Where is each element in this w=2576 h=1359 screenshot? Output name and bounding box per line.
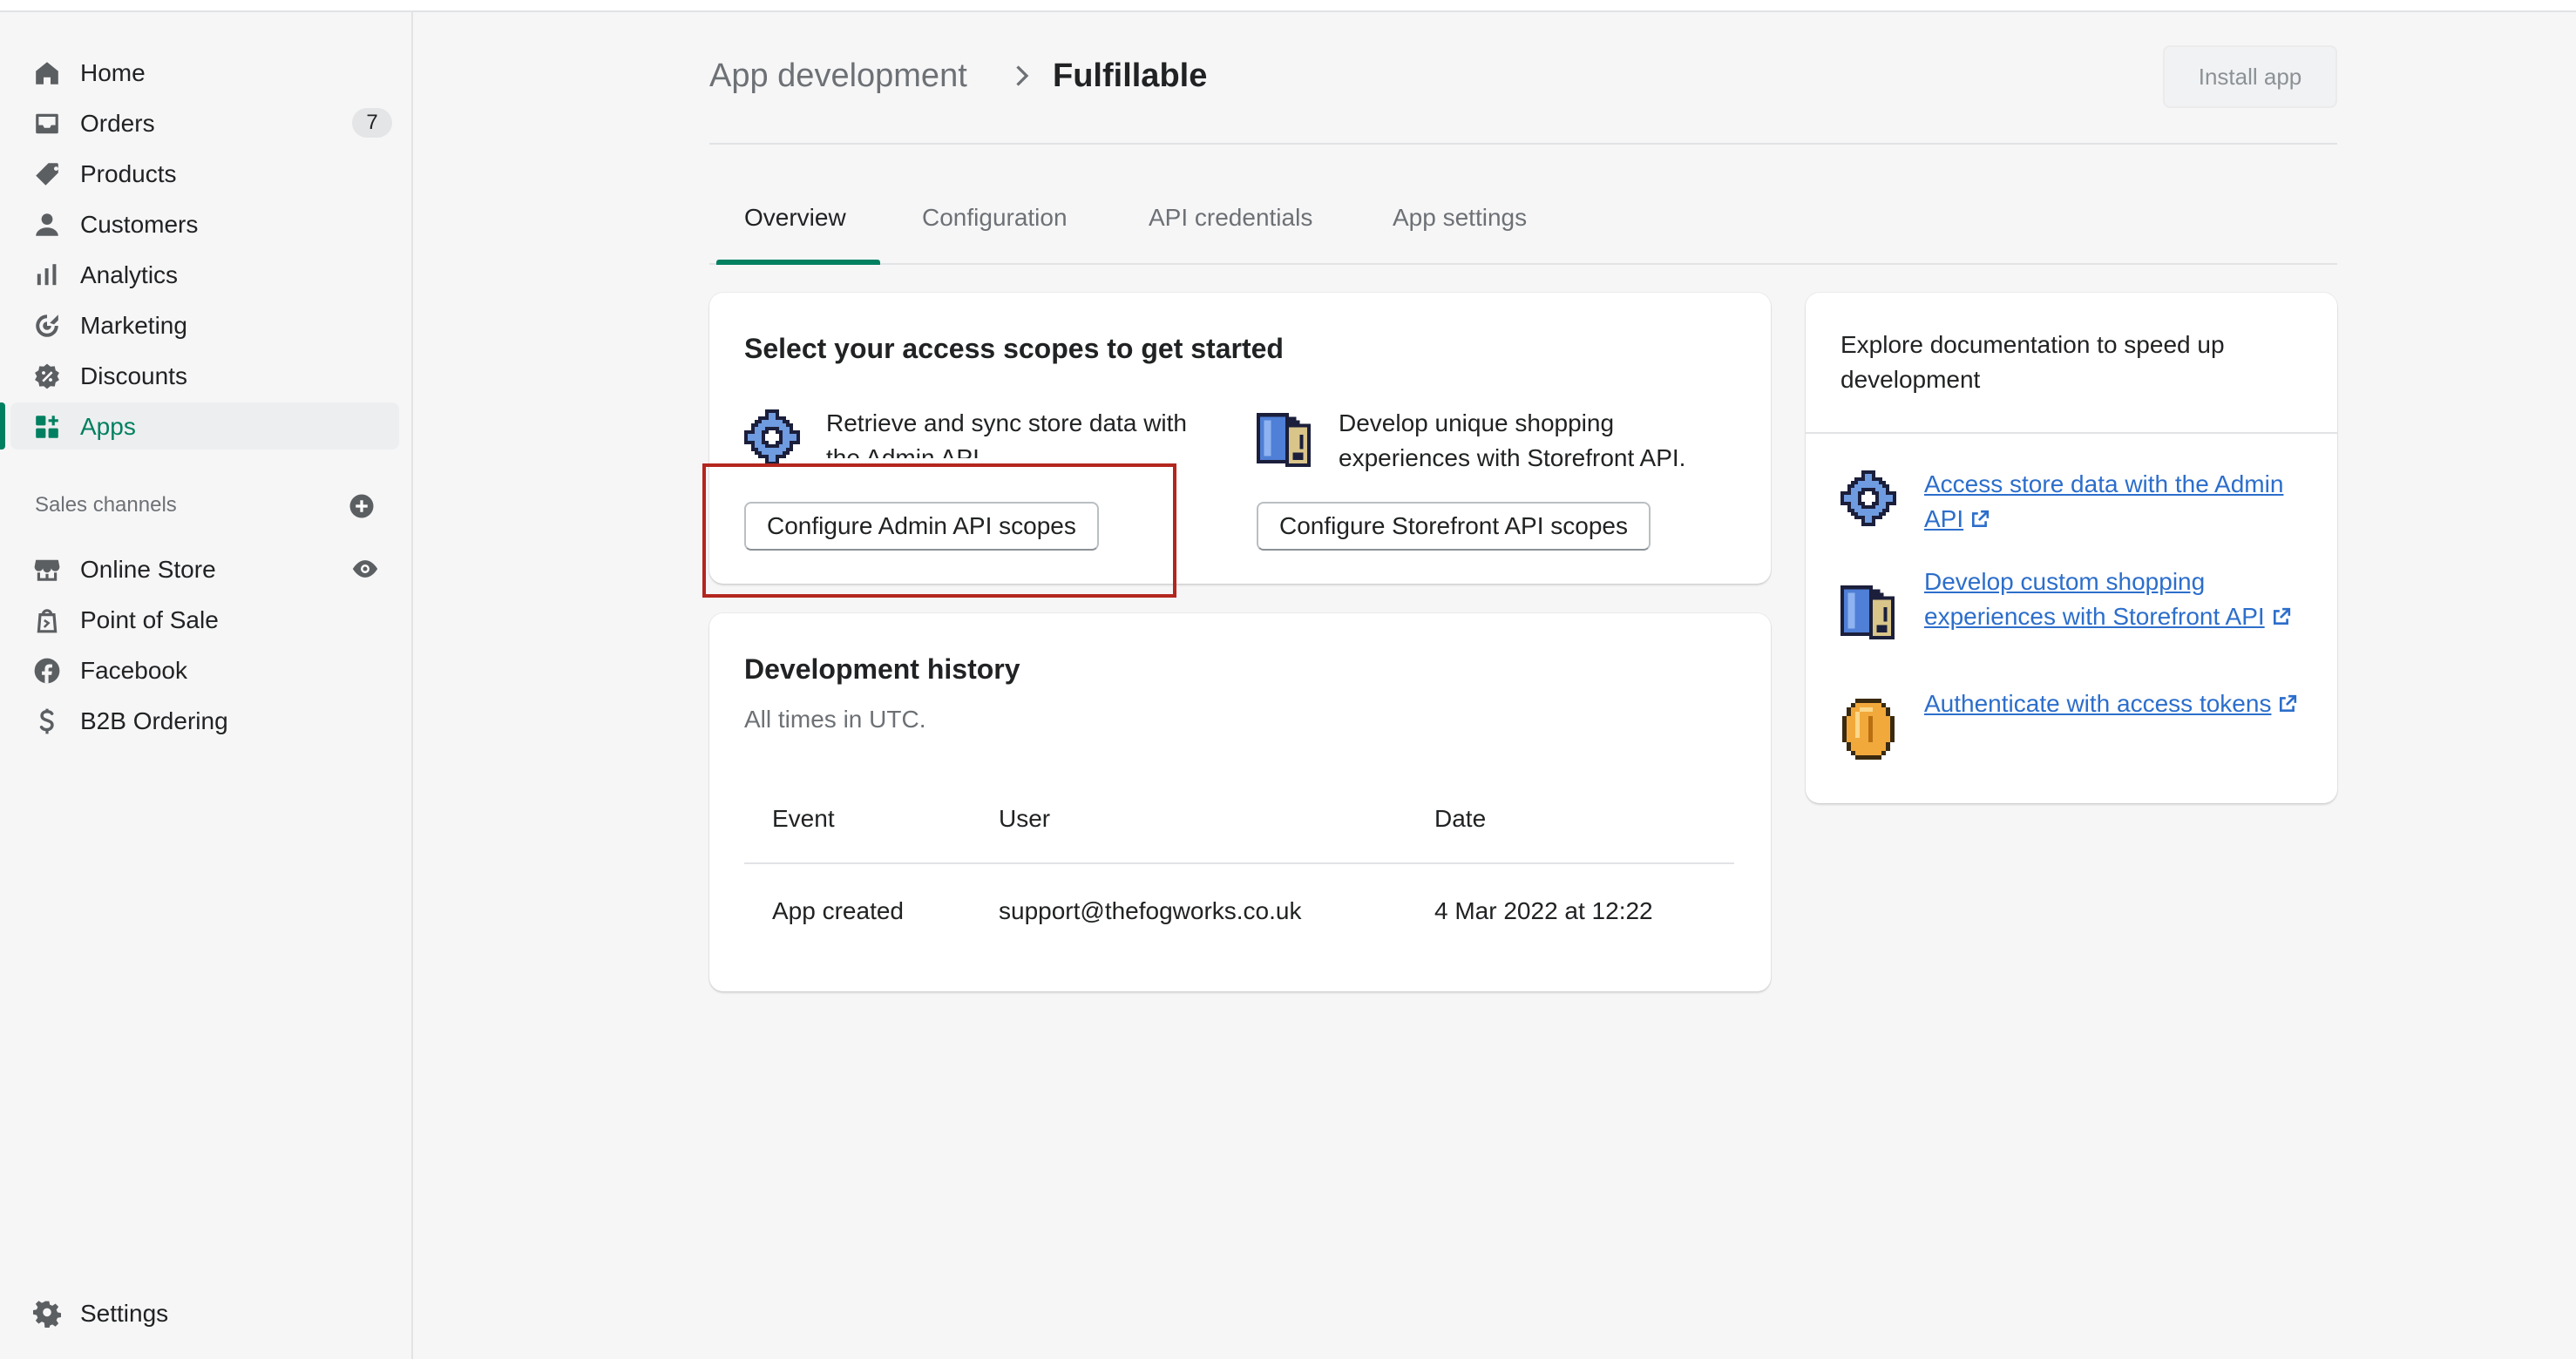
table-divider	[744, 862, 1734, 864]
gear-pixel-icon	[1840, 470, 1896, 526]
row-date: 4 Mar 2022 at 12:22	[1434, 897, 1653, 924]
sidebar-item-label: Facebook	[80, 657, 187, 684]
header-divider	[709, 143, 2337, 145]
sidebar-item-label: Home	[80, 59, 146, 86]
sidebar-item-apps[interactable]: Apps	[0, 402, 399, 450]
sidebar-item-label: Orders	[80, 110, 155, 137]
sidebar-item-online-store[interactable]: Online Store	[10, 545, 399, 592]
active-tab-indicator	[716, 260, 880, 265]
development-history-card: Development history All times in UTC. Ev…	[709, 613, 1771, 991]
development-history-title: Development history	[744, 653, 1020, 685]
storefront-pixel-icon	[1840, 585, 1895, 639]
tab-app-settings[interactable]: App settings	[1393, 204, 1527, 232]
chevron-right-icon	[1016, 65, 1029, 86]
view-store-eye-icon[interactable]	[350, 556, 380, 582]
external-link-icon	[2280, 694, 2297, 713]
home-icon	[33, 59, 61, 87]
sidebar-item-label: Marketing	[80, 312, 187, 339]
documentation-card: Explore documentation to speed up develo…	[1806, 293, 2337, 803]
storefront-pixel-icon	[1257, 413, 1311, 467]
sidebar-item-facebook[interactable]: Facebook	[10, 646, 399, 693]
store-icon	[33, 556, 61, 584]
person-icon	[33, 211, 61, 239]
tab-overview[interactable]: Overview	[744, 204, 846, 232]
documentation-heading: Explore documentation to speed up develo…	[1840, 331, 2225, 393]
sidebar-item-discounts[interactable]: Discounts	[10, 352, 399, 399]
orders-icon	[33, 110, 61, 138]
sidebar-item-label: Discounts	[80, 362, 187, 389]
pos-bag-icon	[33, 606, 61, 634]
top-bar	[0, 0, 2576, 12]
access-scopes-title: Select your access scopes to get started	[744, 333, 1284, 364]
timezone-note: All times in UTC.	[744, 706, 926, 733]
sidebar-item-b2b-ordering[interactable]: B2B Ordering	[10, 697, 399, 744]
tab-configuration[interactable]: Configuration	[922, 204, 1068, 232]
tab-bar: Overview Configuration API credentials A…	[709, 186, 2337, 265]
sidebar-item-label: Products	[80, 160, 177, 187]
sidebar-item-products[interactable]: Products	[10, 150, 399, 197]
sidebar-item-orders[interactable]: Orders 7	[10, 99, 399, 146]
column-header-date: Date	[1434, 805, 1487, 832]
sidebar-item-label: B2B Ordering	[80, 707, 228, 734]
sidebar-item-label: Online Store	[80, 556, 216, 583]
page-title: Fulfillable	[1053, 57, 1208, 94]
breadcrumb-app-development[interactable]: App development	[709, 57, 967, 95]
sidebar-item-customers[interactable]: Customers	[10, 200, 399, 247]
column-header-user: User	[999, 805, 1051, 832]
sidebar-item-label: Analytics	[80, 261, 179, 288]
facebook-icon	[33, 657, 61, 685]
external-link-icon	[1972, 510, 1990, 528]
sidebar-item-analytics[interactable]: Analytics	[10, 251, 399, 298]
sidebar-item-marketing[interactable]: Marketing	[10, 301, 399, 348]
orders-count-badge: 7	[352, 108, 392, 138]
sidebar-item-point-of-sale[interactable]: Point of Sale	[10, 596, 399, 643]
gear-icon	[33, 1300, 61, 1328]
gear-pixel-icon	[744, 409, 800, 465]
coin-pixel-icon	[1842, 699, 1895, 760]
apps-icon	[33, 413, 61, 441]
tab-api-credentials[interactable]: API credentials	[1149, 204, 1312, 232]
sales-channels-title: Sales channels	[35, 493, 177, 517]
doc-link-storefront-api[interactable]: Develop custom shopping experiences with…	[1924, 565, 2308, 634]
target-icon	[33, 312, 61, 340]
row-event: App created	[772, 897, 904, 924]
add-channel-icon[interactable]	[349, 493, 375, 519]
sidebar-item-settings[interactable]: Settings	[10, 1289, 399, 1336]
highlight-annotation-box	[702, 463, 1176, 598]
b2b-icon	[33, 707, 61, 735]
tag-icon	[33, 160, 61, 188]
discount-icon	[33, 362, 61, 390]
row-user: support@thefogworks.co.uk	[999, 897, 1302, 924]
sidebar-item-label: Point of Sale	[80, 606, 219, 633]
install-app-button[interactable]: Install app	[2163, 45, 2337, 108]
bar-chart-icon	[33, 261, 61, 289]
storefront-api-description: Develop unique shopping experiences with…	[1339, 409, 1686, 471]
doc-link-access-tokens[interactable]: Authenticate with access tokens	[1924, 686, 2308, 721]
sidebar-item-home[interactable]: Home	[10, 49, 399, 96]
external-link-icon	[2273, 607, 2290, 625]
sidebar-item-label: Settings	[80, 1300, 169, 1327]
doc-link-admin-api[interactable]: Access store data with the Admin API	[1924, 467, 2308, 537]
admin-api-description: Retrieve and sync store data with the Ad…	[826, 409, 1187, 458]
column-header-event: Event	[772, 805, 835, 832]
sidebar: Home Orders 7 Products Customers Analyti…	[0, 12, 413, 1359]
documentation-divider	[1806, 432, 2337, 434]
sidebar-item-label: Apps	[80, 413, 136, 440]
configure-storefront-api-scopes-button[interactable]: Configure Storefront API scopes	[1257, 502, 1651, 551]
sidebar-item-label: Customers	[80, 211, 199, 238]
